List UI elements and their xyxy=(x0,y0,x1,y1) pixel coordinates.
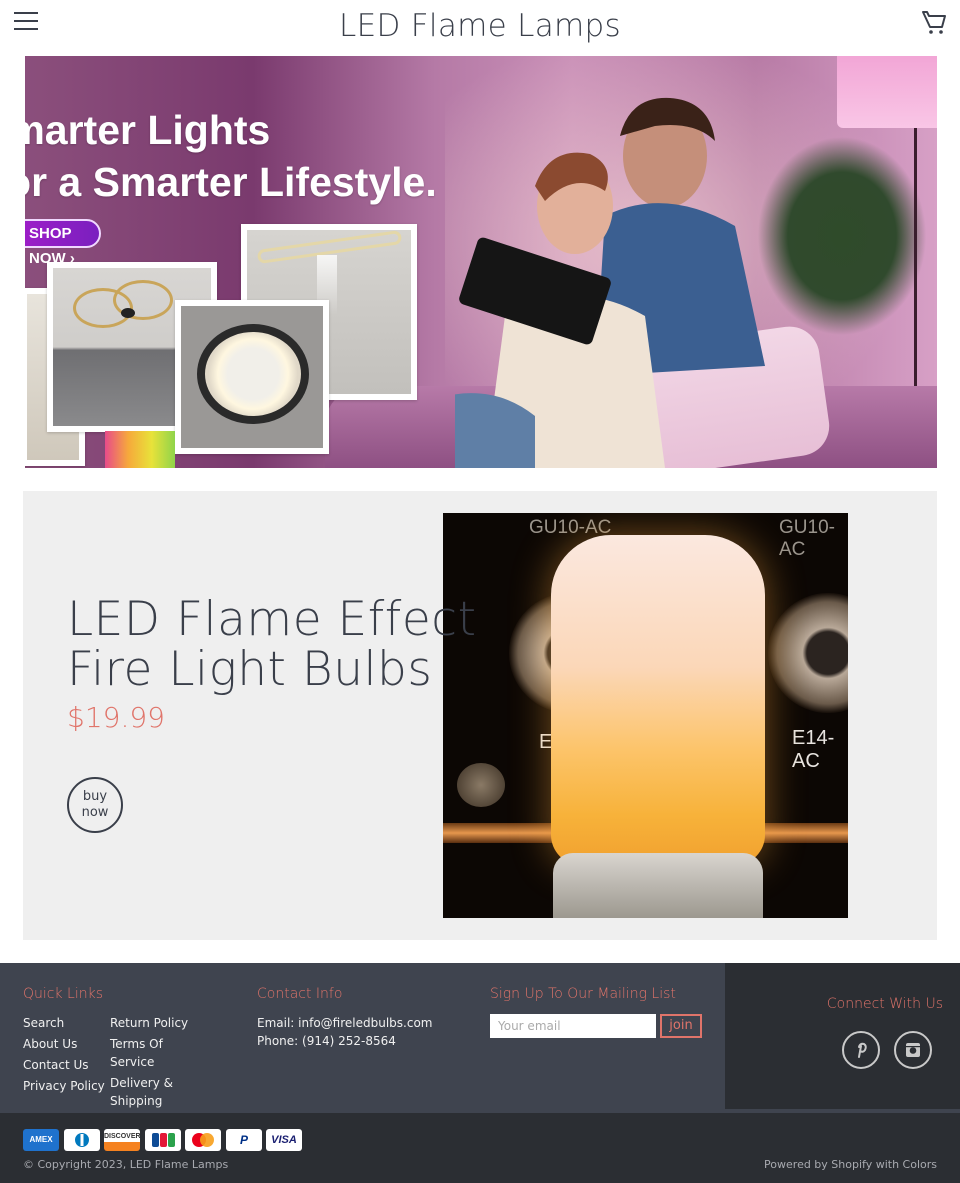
hero-headline: Smarter Lights For a Smarter Lifestyle. xyxy=(25,104,437,208)
discover-icon: DISCOVER xyxy=(104,1129,140,1151)
footer-link-privacy-policy[interactable]: Privacy Policy xyxy=(23,1077,105,1095)
quick-links-heading: Quick Links xyxy=(23,986,104,1002)
footer-link-contact-us[interactable]: Contact Us xyxy=(23,1056,89,1074)
chevron-right-icon: › xyxy=(69,250,75,267)
product-title[interactable]: LED Flame Effect Fire Light Bulbs xyxy=(67,595,527,695)
site-header: LED Flame Lamps xyxy=(0,0,960,55)
flame-bulb-base xyxy=(553,853,763,918)
mastercard-icon xyxy=(185,1129,221,1151)
footer-link-delivery-shipping[interactable]: Delivery & Shipping xyxy=(110,1074,180,1110)
shop-now-button[interactable]: SHOP NOW › xyxy=(25,219,101,267)
hero-floor-lamp xyxy=(837,56,937,128)
buy-now-label-line2: now xyxy=(81,805,109,820)
photo-knob xyxy=(457,763,505,807)
pinterest-icon[interactable] xyxy=(842,1031,880,1069)
mailing-list-heading: Sign Up To Our Mailing List xyxy=(490,986,676,1002)
photo-label: GU10-AC xyxy=(779,517,835,560)
jcb-icon xyxy=(145,1129,181,1151)
powered-by-link[interactable]: Powered by Shopify with Colors xyxy=(764,1158,937,1171)
paypal-icon: P xyxy=(226,1129,262,1151)
hero-headline-line1: Smarter Lights xyxy=(25,107,271,153)
flame-bulb xyxy=(551,535,765,865)
product-title-line1: LED Flame Effect xyxy=(67,592,477,647)
product-title-line2: Fire Light Bulbs xyxy=(67,642,433,697)
footer-link-return-policy[interactable]: Return Policy xyxy=(110,1014,200,1032)
copyright: © Copyright 2023, LED Flame Lamps xyxy=(23,1158,229,1171)
newsletter-email-input[interactable] xyxy=(490,1014,656,1038)
diners-club-icon xyxy=(64,1129,100,1151)
photo-label: E14-AC xyxy=(792,727,835,772)
shop-now-label: SHOP NOW xyxy=(29,225,72,267)
hero-headline-line2: For a Smarter Lifestyle. xyxy=(25,159,437,205)
join-button[interactable]: join xyxy=(660,1014,702,1038)
product-price: $19.99 xyxy=(67,701,165,734)
footer-link-terms-of-service[interactable]: Terms Of Service xyxy=(110,1035,180,1071)
contact-phone[interactable]: Phone: (914) 252-8564 xyxy=(257,1032,396,1050)
buy-now-button[interactable]: buy now xyxy=(67,777,123,833)
amex-icon: AMEX xyxy=(23,1129,59,1151)
hero-banner[interactable]: Smarter Lights For a Smarter Lifestyle. … xyxy=(25,56,937,468)
buy-now-label-line1: buy xyxy=(82,789,108,804)
connect-heading: Connect With Us xyxy=(826,996,943,1012)
photo-socket xyxy=(768,593,848,713)
hero-couple-image xyxy=(455,97,765,468)
contact-email[interactable]: Email: info@fireledbulbs.com xyxy=(257,1014,432,1032)
footer-link-about-us[interactable]: About Us xyxy=(23,1035,77,1053)
contact-info-heading: Contact Info xyxy=(257,986,343,1002)
hero-product-tile xyxy=(175,300,329,454)
site-title[interactable]: LED Flame Lamps xyxy=(0,8,960,44)
instagram-icon[interactable] xyxy=(894,1031,932,1069)
visa-icon: VISA xyxy=(266,1129,302,1151)
product-image[interactable]: GU10-AC GU10-AC E E14-AC xyxy=(443,513,848,918)
footer-link-search[interactable]: Search xyxy=(23,1014,64,1032)
featured-product: GU10-AC GU10-AC E E14-AC LED Flame Effec… xyxy=(23,491,937,940)
footer-bottom xyxy=(0,1113,960,1183)
shopping-cart-icon[interactable] xyxy=(920,8,948,36)
hero-rgb-product xyxy=(105,431,175,468)
